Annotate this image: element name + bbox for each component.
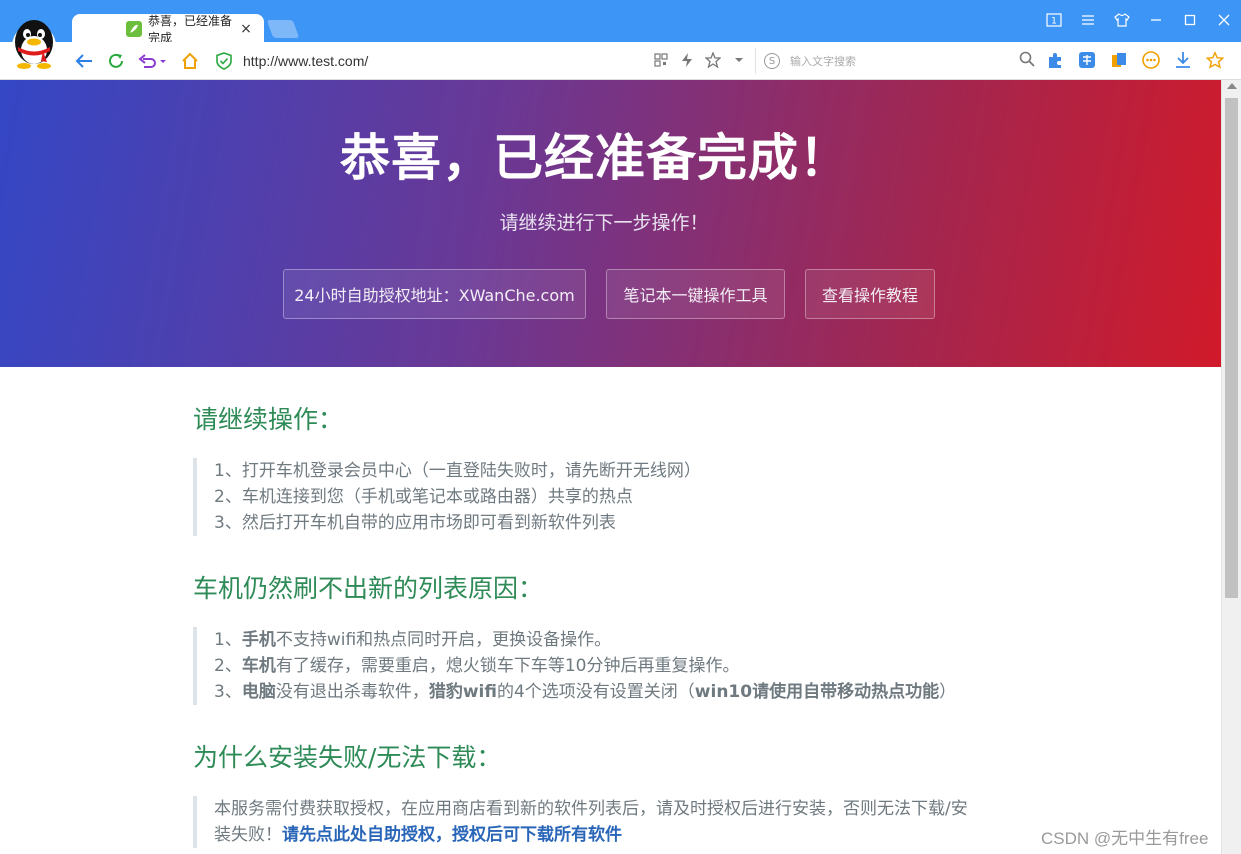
star-bookmark-icon[interactable] xyxy=(704,51,722,69)
hero-title: 恭喜，已经准备完成！ xyxy=(340,129,850,187)
back-icon[interactable] xyxy=(72,49,96,73)
list-item: 2、车机连接到您（手机或笔记本或路由器）共享的热点 xyxy=(214,487,633,507)
self-auth-link[interactable]: 请先点此处自助授权，授权后可下载所有软件 xyxy=(282,825,622,845)
steps-list: 1、打开车机登录会员中心（一直登陆失败时，请先断开无线网） 2、车机连接到您（手… xyxy=(193,458,973,536)
lightning-icon[interactable] xyxy=(678,51,696,69)
window-controls: 1 xyxy=(1037,8,1241,32)
reader-icon[interactable] xyxy=(1110,51,1128,69)
more-icon[interactable] xyxy=(1142,51,1160,69)
list-item: 2、车机有了缓存，需要重启，熄火锁车下车等10分钟后再重复操作。 xyxy=(214,656,740,676)
translate-icon[interactable] xyxy=(1078,51,1096,69)
hero-buttons: 24小时自助授权地址：XWanChe.com 笔记本一键操作工具 查看操作教程 xyxy=(283,269,955,319)
search-box[interactable]: S 输入文字搜索 xyxy=(755,48,1035,74)
minimize-icon[interactable] xyxy=(1139,8,1173,32)
skin-icon[interactable] xyxy=(1105,8,1139,32)
watermark: CSDN @无中生有free xyxy=(1041,829,1209,848)
list-item: 3、然后打开车机自带的应用市场即可看到新软件列表 xyxy=(214,513,616,533)
dropdown-arrow-icon[interactable] xyxy=(730,51,748,69)
qq-browser-logo-icon[interactable] xyxy=(6,14,58,70)
section-title: 车机仍然刷不出新的列表原因： xyxy=(193,574,544,603)
tab-close-icon[interactable]: × xyxy=(236,21,256,37)
hero-banner: 恭喜，已经准备完成！ 请继续进行下一步操作！ 24小时自助授权地址：XWanCh… xyxy=(0,80,1221,367)
list-item: 3、电脑没有退出杀毒软件，猎豹wifi的4个选项没有设置关闭（win10请使用自… xyxy=(214,682,957,702)
close-window-icon[interactable] xyxy=(1207,8,1241,32)
scroll-thumb[interactable] xyxy=(1225,98,1238,598)
laptop-tool-button[interactable]: 笔记本一键操作工具 xyxy=(606,269,785,319)
search-icon[interactable] xyxy=(1019,51,1035,71)
tab-title: 恭喜，已经准备完成 xyxy=(148,14,233,45)
download-icon[interactable] xyxy=(1174,51,1192,69)
url-text[interactable]: http://www.test.com/ xyxy=(243,53,368,69)
page-viewport: 恭喜，已经准备完成！ 请继续进行下一步操作！ 24小时自助授权地址：XWanCh… xyxy=(0,80,1221,854)
tutorial-button[interactable]: 查看操作教程 xyxy=(805,269,935,319)
auth-address-button[interactable]: 24小时自助授权地址：XWanChe.com xyxy=(283,269,586,319)
undo-close-icon[interactable] xyxy=(137,49,169,73)
sogou-logo-icon: S xyxy=(764,53,780,69)
svg-text:1: 1 xyxy=(1051,17,1057,27)
section-title: 为什么安装失败/无法下载： xyxy=(193,743,502,772)
install-info: 本服务需付费获取授权，在应用商店看到新的软件列表后，请及时授权后进行安装，否则无… xyxy=(193,796,973,848)
browser-titlebar: 恭喜，已经准备完成 × 1 xyxy=(0,0,1241,45)
new-tab-button[interactable] xyxy=(266,20,300,38)
maximize-icon[interactable] xyxy=(1173,8,1207,32)
browser-navbar: http://www.test.com/ S 输入文字搜索 xyxy=(0,42,1241,80)
extensions-bar xyxy=(1046,51,1224,69)
main-content: 请继续操作： 1、打开车机登录会员中心（一直登陆失败时，请先断开无线网） 2、车… xyxy=(193,400,973,848)
puzzle-extension-icon[interactable] xyxy=(1046,51,1064,69)
refresh-icon[interactable] xyxy=(104,49,128,73)
page-favicon-icon xyxy=(126,21,142,37)
tab-count-icon[interactable]: 1 xyxy=(1037,8,1071,32)
browser-tab[interactable]: 恭喜，已经准备完成 × xyxy=(72,14,264,45)
vertical-scrollbar[interactable] xyxy=(1221,80,1241,854)
favorites-star-icon[interactable] xyxy=(1206,51,1224,69)
reasons-list: 1、手机不支持wifi和热点同时开启，更换设备操作。 2、车机有了缓存，需要重启… xyxy=(193,627,973,705)
security-shield-icon[interactable] xyxy=(215,52,233,70)
scroll-up-arrow-icon[interactable] xyxy=(1227,83,1237,89)
section-title: 请继续操作： xyxy=(193,405,344,434)
menu-icon[interactable] xyxy=(1071,8,1105,32)
home-icon[interactable] xyxy=(178,49,202,73)
search-input[interactable]: 输入文字搜索 xyxy=(790,53,1019,69)
list-item: 1、打开车机登录会员中心（一直登陆失败时，请先断开无线网） xyxy=(214,461,701,481)
list-item: 1、手机不支持wifi和热点同时开启，更换设备操作。 xyxy=(214,630,612,650)
address-tools xyxy=(652,51,748,69)
qr-code-icon[interactable] xyxy=(652,51,670,69)
hero-subtitle: 请继续进行下一步操作！ xyxy=(499,212,709,234)
